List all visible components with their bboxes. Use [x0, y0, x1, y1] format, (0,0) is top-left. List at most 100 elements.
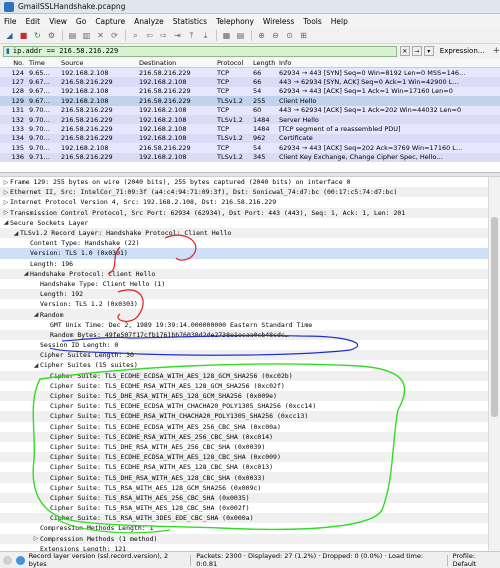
menu-capture[interactable]: Capture — [95, 17, 125, 26]
detail-tree-item[interactable]: Cipher Suite: TLS_RSA_WITH_AES_128_CBC_S… — [0, 503, 488, 513]
packet-row[interactable]: 134 9.70… 216.58.216.229 192.168.2.108 TLSv1… — [0, 133, 500, 144]
detail-tree-item[interactable]: Version: TLS 1.0 (0x0301) — [0, 248, 488, 259]
details-scrollbar[interactable] — [488, 177, 500, 551]
detail-tree-item[interactable]: Cipher Suite: TLS_ECDHE_ECDSA_WITH_AES_1… — [0, 370, 488, 381]
first-packet-icon[interactable]: ⤒ — [186, 30, 197, 41]
zoom-out-icon[interactable]: ⊖ — [270, 30, 281, 41]
packet-row[interactable]: 132 9.70… 216.58.216.229 192.168.2.108 TLSv1… — [0, 114, 500, 125]
detail-tree-item[interactable]: ◢ Handshake Protocol: Client Hello — [0, 268, 488, 279]
packet-row[interactable]: 128 9.67… 192.168.2.108 216.58.216.229 TCP 54… — [0, 86, 500, 97]
detail-tree-item[interactable]: Cipher Suite: TLS_ECDHE_ECDSA_WITH_CHACH… — [0, 401, 488, 411]
reload-icon[interactable]: ⟳ — [109, 30, 120, 41]
zoom-in-icon[interactable]: ⊕ — [256, 30, 267, 41]
clear-filter-icon[interactable]: ✕ — [399, 46, 410, 56]
detail-tree-item[interactable]: ◢ Random — [0, 309, 488, 320]
recent-filters-icon[interactable]: ▾ — [423, 46, 434, 56]
detail-tree-item[interactable]: Length: 192 — [0, 289, 488, 300]
last-packet-icon[interactable]: ⤓ — [200, 30, 211, 41]
packet-row[interactable]: 129 9.67… 192.168.2.108 216.58.216.229 TLSv1… — [0, 96, 500, 106]
menu-view[interactable]: View — [49, 17, 67, 26]
bookmark-icon[interactable]: ▮ — [6, 47, 10, 55]
menu-tools[interactable]: Tools — [303, 17, 321, 26]
start-capture-icon[interactable]: ◢ — [4, 30, 15, 41]
column-header-no[interactable]: No. — [0, 59, 26, 67]
menu-statistics[interactable]: Statistics — [173, 17, 207, 26]
apply-filter-icon[interactable]: → — [411, 46, 422, 56]
colorize-icon[interactable]: ▦ — [221, 30, 232, 41]
column-header-protocol[interactable]: Protocol — [214, 59, 250, 67]
detail-tree-item[interactable]: Handshake Type: Client Hello (1) — [0, 279, 488, 289]
find-packet-icon[interactable]: ⌕ — [130, 30, 141, 41]
column-header-length[interactable]: Length — [250, 59, 276, 67]
open-file-icon[interactable]: ▤ — [67, 30, 78, 41]
display-filter-input[interactable]: ▮ ip.addr == 216.58.216.229 — [3, 45, 397, 57]
menu-go[interactable]: Go — [76, 17, 86, 26]
scrollbar-thumb[interactable] — [491, 217, 498, 417]
packet-row[interactable]: 136 9.71… 216.58.216.229 192.168.2.108 TLSv1… — [0, 152, 500, 162]
detail-tree-item[interactable]: Length: 196 — [0, 259, 488, 269]
detail-tree-item[interactable]: ▷ Transmission Control Protocol, Src Port… — [0, 207, 488, 218]
detail-tree-item[interactable]: Cipher Suite: TLS_ECDHE_RSA_WITH_AES_256… — [0, 431, 488, 442]
expanded-arrow-icon[interactable]: ◢ — [32, 362, 40, 369]
save-file-icon[interactable]: ▥ — [81, 30, 92, 41]
collapsed-arrow-icon[interactable]: ▷ — [2, 209, 10, 216]
column-header-source[interactable]: Source — [58, 59, 136, 67]
go-to-packet-icon[interactable]: ⇥ — [172, 30, 183, 41]
close-file-icon[interactable]: ✕ — [95, 30, 106, 41]
expanded-arrow-icon[interactable]: ◢ — [32, 311, 40, 318]
restart-capture-icon[interactable]: ↻ — [32, 30, 43, 41]
expanded-arrow-icon[interactable]: ◢ — [12, 230, 20, 237]
detail-tree-item[interactable]: Cipher Suite: TLS_DHE_RSA_WITH_AES_128_C… — [0, 472, 488, 483]
detail-tree-item[interactable]: ▷ Frame 129: 255 bytes on wire (2040 bits… — [0, 177, 488, 187]
menu-wireless[interactable]: Wireless — [263, 17, 294, 26]
packet-row[interactable]: 124 9.65… 192.168.2.108 216.58.216.229 TCP 66… — [0, 68, 500, 78]
detail-tree-item[interactable]: Version: TLS 1.2 (0x0303) — [0, 299, 488, 309]
detail-tree-item[interactable]: ▷ Internet Protocol Version 4, Src: 192.1… — [0, 197, 488, 207]
detail-tree-item[interactable]: Cipher Suite: TLS_RSA_WITH_AES_256_CBC_S… — [0, 492, 488, 503]
expanded-arrow-icon[interactable]: ◢ — [22, 270, 30, 277]
column-header-destination[interactable]: Destination — [136, 59, 214, 67]
detail-tree-item[interactable]: Cipher Suite: TLS_ECDHE_RSA_WITH_CHACHA2… — [0, 411, 488, 422]
menu-edit[interactable]: Edit — [26, 17, 41, 26]
collapsed-arrow-icon[interactable]: ▷ — [32, 535, 40, 542]
expert-info-icon[interactable] — [3, 555, 12, 565]
menu-telephony[interactable]: Telephony — [216, 17, 254, 26]
expanded-arrow-icon[interactable]: ◢ — [2, 219, 10, 226]
status-profile[interactable]: Profile: Default — [453, 552, 500, 568]
autoscroll-icon[interactable]: ▤ — [235, 30, 246, 41]
column-header-info[interactable]: Info — [276, 59, 500, 67]
column-header-time[interactable]: Time — [26, 59, 58, 67]
collapsed-arrow-icon[interactable]: ▷ — [2, 199, 10, 206]
detail-tree-item[interactable]: GMT Unix Time: Dec 2, 1989 19:39:14.0000… — [0, 320, 488, 330]
detail-tree-item[interactable]: ▷ Compression Methods (1 method) — [0, 533, 488, 544]
packet-row[interactable]: 133 9.70… 216.58.216.229 192.168.2.108 TCP 14… — [0, 124, 500, 134]
capture-file-icon[interactable] — [15, 555, 25, 565]
detail-tree-item[interactable]: Cipher Suite: TLS_ECDHE_ECDSA_WITH_AES_2… — [0, 422, 488, 432]
detail-tree-item[interactable]: Cipher Suite: TLS_RSA_WITH_AES_128_GCM_S… — [0, 483, 488, 493]
packet-details-tree[interactable]: ▷ Frame 129: 255 bytes on wire (2040 bits… — [0, 177, 488, 551]
detail-tree-item[interactable]: ▷ Ethernet II, Src: IntelCor_71:09:3f (a4… — [0, 187, 488, 198]
resize-columns-icon[interactable]: ⊞ — [298, 30, 309, 41]
detail-tree-item[interactable]: Content Type: Handshake (22) — [0, 238, 488, 248]
go-forward-icon[interactable]: ⇨ — [158, 30, 169, 41]
menu-file[interactable]: File — [4, 17, 17, 26]
packet-row[interactable]: 135 9.70… 192.168.2.108 216.58.216.229 TCP 54… — [0, 143, 500, 153]
zoom-reset-icon[interactable]: ⊙ — [284, 30, 295, 41]
collapsed-arrow-icon[interactable]: ▷ — [2, 189, 10, 196]
detail-tree-item[interactable]: Extensions Length: 121 — [0, 544, 488, 551]
menu-help[interactable]: Help — [331, 17, 348, 26]
detail-tree-item[interactable]: Cipher Suite: TLS_ECDHE_RSA_WITH_AES_128… — [0, 381, 488, 391]
go-back-icon[interactable]: ⇦ — [144, 30, 155, 41]
detail-tree-item[interactable]: Cipher Suite: TLS_DHE_RSA_WITH_AES_128_G… — [0, 390, 488, 402]
detail-tree-item[interactable]: Cipher Suite: TLS_DHE_RSA_WITH_AES_256_C… — [0, 442, 488, 452]
packet-row[interactable]: 127 9.67… 216.58.216.229 192.168.2.108 TCP 66… — [0, 77, 500, 87]
expression-button[interactable]: Expression... — [440, 47, 485, 55]
detail-tree-item[interactable]: Session ID Length: 0 — [0, 340, 488, 350]
detail-tree-item[interactable]: ◢ Cipher Suites (15 suites) — [0, 360, 488, 370]
add-filter-button[interactable]: + — [492, 46, 500, 56]
detail-tree-item[interactable]: Cipher Suite: TLS_RSA_WITH_3DES_EDE_CBC_… — [0, 513, 488, 524]
packet-list[interactable]: No. Time Source Destination Protocol Len… — [0, 58, 500, 173]
detail-tree-item[interactable]: Cipher Suite: TLS_ECDHE_ECDSA_WITH_AES_1… — [0, 452, 488, 463]
stop-capture-icon[interactable]: ■ — [18, 30, 29, 41]
detail-tree-item[interactable]: ◢ TLSv1.2 Record Layer: Handshake Protoco… — [0, 227, 488, 239]
